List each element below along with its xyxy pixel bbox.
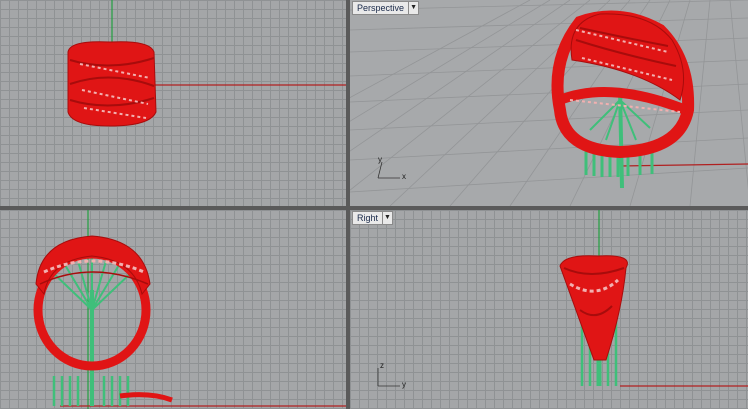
front-scene <box>33 210 346 409</box>
ring-right-view <box>559 255 628 386</box>
ring-top-view <box>67 41 157 127</box>
ring-front-view <box>33 235 173 406</box>
perspective-viewport-title[interactable]: Perspective ▼ <box>352 1 420 15</box>
perspective-viewport[interactable]: x y Perspective ▼ <box>350 0 748 206</box>
right-scene <box>377 210 748 387</box>
right-viewport-title[interactable]: Right ▼ <box>352 211 394 225</box>
right-viewport[interactable]: y z Right ▼ <box>350 210 748 409</box>
right-axis-indicator <box>377 368 400 387</box>
ring-perspective-view <box>551 10 695 189</box>
right-label: Right <box>357 213 379 223</box>
chevron-down-icon[interactable]: ▼ <box>382 212 392 224</box>
perspective-axis-y-label: y <box>378 155 382 164</box>
perspective-grid <box>350 0 748 206</box>
perspective-label: Perspective <box>357 3 405 13</box>
right-axis-y-label: y <box>402 380 406 389</box>
front-viewport[interactable] <box>0 210 346 409</box>
chevron-down-icon[interactable]: ▼ <box>408 2 418 14</box>
right-axis-z-label: z <box>380 361 384 370</box>
perspective-axis-x-label: x <box>402 172 406 181</box>
viewport-layout: x y Perspective ▼ y z Right ▼ <box>0 0 748 409</box>
perspective-axis-indicator <box>377 161 400 179</box>
top-scene <box>67 0 346 127</box>
top-viewport[interactable] <box>0 0 346 206</box>
